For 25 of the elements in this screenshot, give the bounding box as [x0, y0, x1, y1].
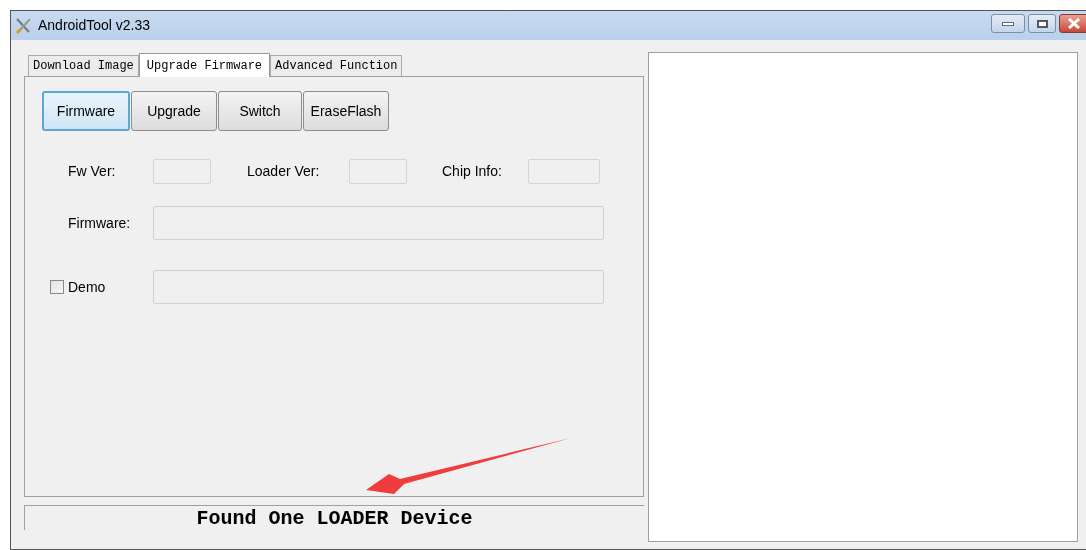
close-icon: [1067, 18, 1081, 29]
info-field[interactable]: [349, 159, 407, 184]
tools-icon: [15, 16, 33, 35]
window-title: AndroidTool v2.33: [38, 16, 151, 35]
action-button[interactable]: Firmware: [42, 91, 130, 131]
maximize-button[interactable]: [1028, 14, 1056, 33]
action-button[interactable]: Upgrade: [131, 91, 217, 131]
tab[interactable]: Upgrade Firmware: [138, 53, 271, 77]
tab[interactable]: Download Image: [28, 55, 139, 76]
status-text: Found One LOADER Device: [196, 506, 473, 532]
action-button[interactable]: Switch: [218, 91, 302, 131]
action-button[interactable]: EraseFlash: [303, 91, 389, 131]
field-label: Fw Ver:: [68, 162, 117, 181]
minimize-button[interactable]: [991, 14, 1025, 33]
tab[interactable]: Advanced Function: [270, 55, 403, 76]
checkbox-label: Demo: [68, 277, 106, 297]
demo-field[interactable]: [153, 270, 604, 304]
field-label: Firmware:: [68, 213, 132, 233]
close-button[interactable]: [1059, 14, 1086, 33]
field-label: Chip Info:: [442, 162, 503, 181]
field-label: Loader Ver:: [247, 162, 321, 181]
info-field[interactable]: [528, 159, 600, 184]
demo-checkbox[interactable]: [50, 280, 64, 294]
info-field[interactable]: [153, 159, 211, 184]
firmware-path-field[interactable]: [153, 206, 604, 240]
